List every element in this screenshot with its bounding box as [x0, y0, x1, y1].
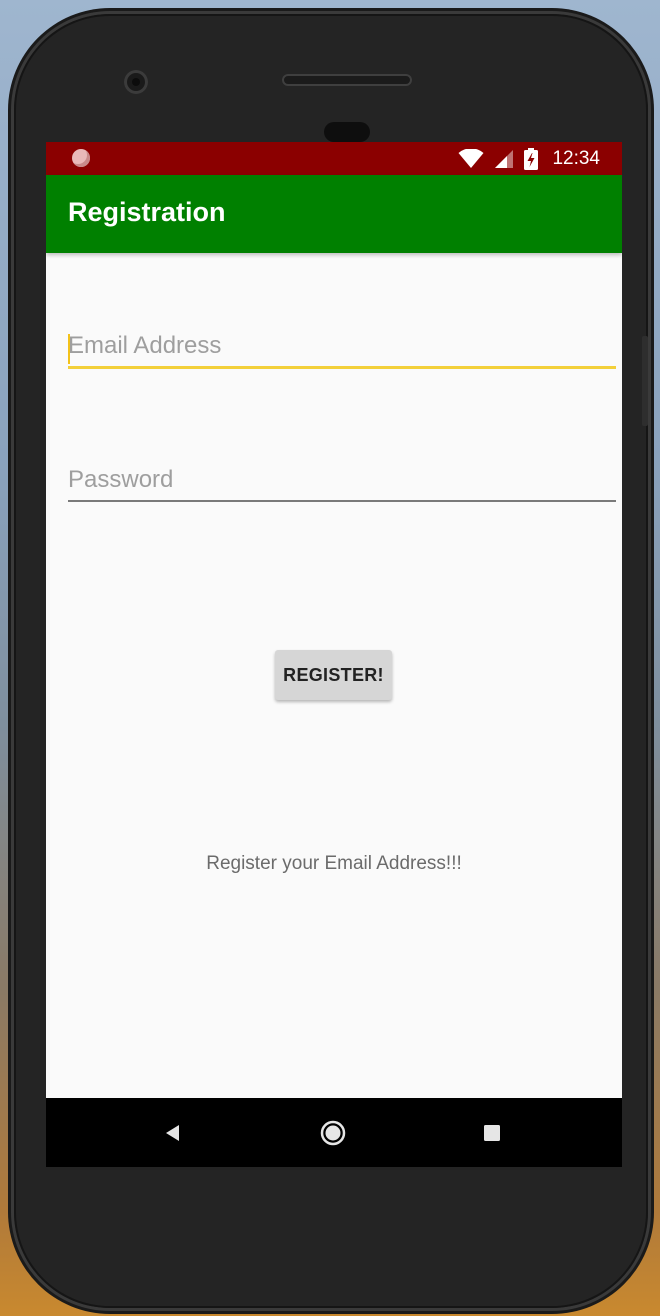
record-icon — [72, 149, 90, 167]
battery-charging-icon — [524, 147, 539, 170]
password-field[interactable] — [68, 466, 616, 500]
email-field[interactable] — [68, 332, 616, 366]
home-icon[interactable] — [318, 1118, 348, 1148]
app-bar: Registration — [46, 175, 622, 253]
navigation-bar — [46, 1098, 622, 1167]
phone-side-button — [642, 336, 648, 426]
back-icon[interactable] — [159, 1118, 189, 1148]
email-field-container — [68, 332, 616, 369]
status-icons: 12:34 — [458, 142, 600, 175]
wifi-icon — [458, 148, 484, 168]
proximity-sensor — [324, 122, 370, 142]
password-field-underline — [68, 500, 616, 502]
status-bar: 12:34 — [46, 142, 622, 175]
password-field-container — [68, 466, 616, 502]
device-screen: 12:34 Registration REGISTER! Register yo… — [46, 142, 622, 1167]
register-button[interactable]: REGISTER! — [275, 650, 392, 700]
status-time: 12:34 — [552, 147, 600, 169]
signal-icon — [495, 149, 514, 168]
recents-icon[interactable] — [477, 1118, 507, 1148]
front-camera — [124, 70, 148, 94]
register-message: Register your Email Address!!! — [206, 853, 462, 874]
email-field-underline — [68, 366, 616, 369]
earpiece-speaker — [282, 74, 412, 86]
text-cursor — [68, 334, 70, 364]
page-title: Registration — [68, 197, 226, 227]
